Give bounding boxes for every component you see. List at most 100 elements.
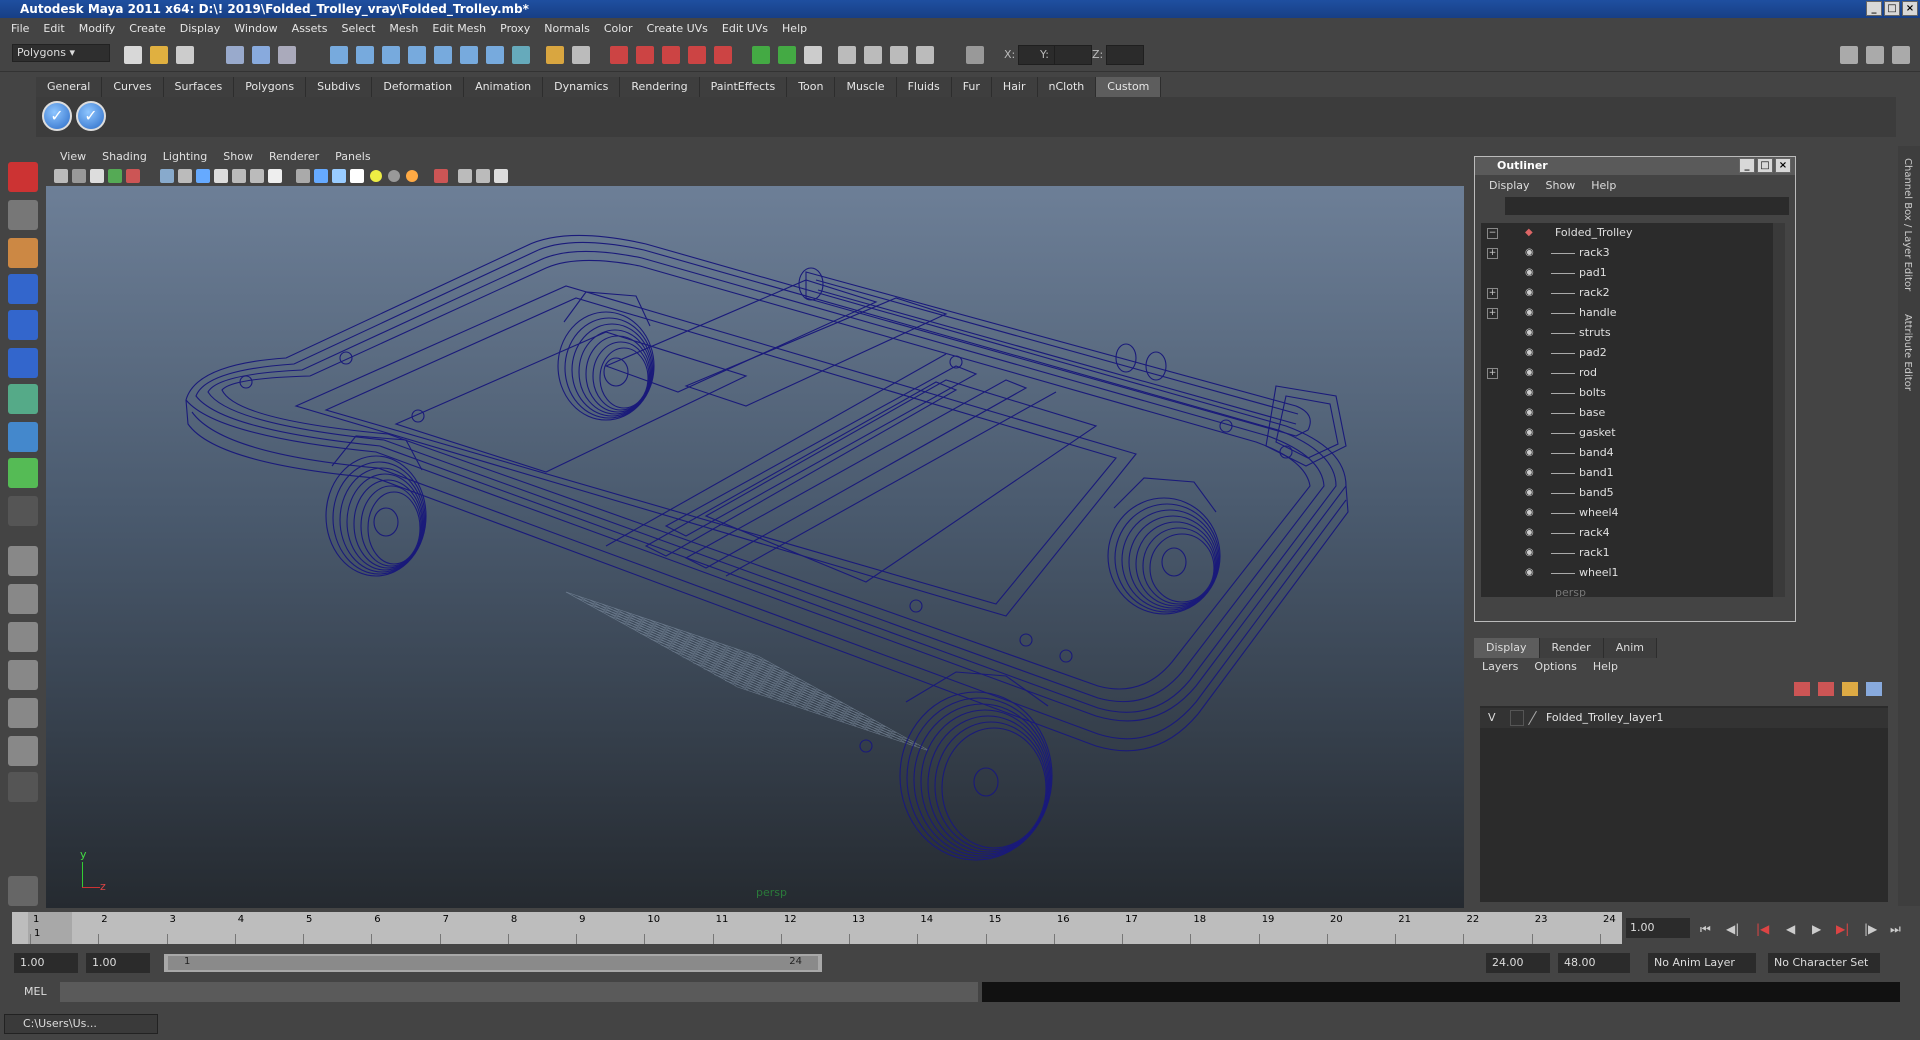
- x-input[interactable]: [1018, 45, 1056, 65]
- shelf-tab-fur[interactable]: Fur: [951, 77, 992, 97]
- toggle-attribute-editor-icon[interactable]: [1866, 46, 1884, 64]
- check-shelf-button-2[interactable]: ✓: [76, 101, 106, 131]
- menu-edit-uvs[interactable]: Edit UVs: [715, 22, 775, 35]
- outliner-item[interactable]: ◉ band4: [1481, 443, 1779, 463]
- menu-create-uvs[interactable]: Create UVs: [640, 22, 715, 35]
- expand-toggle-icon[interactable]: +: [1487, 288, 1498, 299]
- menu-set-selector[interactable]: Polygons ▾: [12, 44, 110, 62]
- viewport-menu-show[interactable]: Show: [215, 150, 261, 163]
- layer-menu-options[interactable]: Options: [1526, 660, 1584, 678]
- menu-help[interactable]: Help: [775, 22, 814, 35]
- shelf-tab-muscle[interactable]: Muscle: [835, 77, 897, 97]
- snap-extra-icon[interactable]: [486, 46, 504, 64]
- snap-curve-icon[interactable]: [356, 46, 374, 64]
- graph-layout-icon[interactable]: [8, 736, 38, 766]
- outliner-minimize-button[interactable]: _: [1739, 158, 1755, 173]
- expand-toggle-icon[interactable]: +: [1487, 248, 1498, 259]
- lasso-tool-icon[interactable]: [8, 200, 38, 230]
- hypershade-layout-icon[interactable]: [8, 698, 38, 728]
- render-settings-icon[interactable]: [662, 46, 680, 64]
- playback-end-field[interactable]: 24.00: [1486, 953, 1550, 973]
- panel-toolbar-icons[interactable]: [46, 166, 606, 186]
- outliner-close-button[interactable]: ×: [1775, 158, 1791, 173]
- outliner-item[interactable]: ◉ rack1: [1481, 543, 1779, 563]
- clipboard-icon[interactable]: [804, 46, 822, 64]
- outliner-item[interactable]: ◉ pad1: [1481, 263, 1779, 283]
- output-ops-icon[interactable]: [778, 46, 796, 64]
- joint-icon[interactable]: [916, 46, 934, 64]
- minimized-window-item[interactable]: C:\Users\Us...: [4, 1014, 158, 1034]
- layer-tab-anim[interactable]: Anim: [1603, 638, 1657, 658]
- more-layouts-icon[interactable]: [8, 772, 38, 802]
- move-up-layer-icon[interactable]: [1842, 682, 1858, 696]
- layer-tab-display[interactable]: Display: [1474, 638, 1540, 658]
- expand-toggle-icon[interactable]: +: [1487, 308, 1498, 319]
- snap-grid-icon[interactable]: [330, 46, 348, 64]
- outliner-item[interactable]: ◉ wheel4: [1481, 503, 1779, 523]
- shelf-tab-toon[interactable]: Toon: [787, 77, 836, 97]
- transform-field-icon[interactable]: [966, 46, 984, 64]
- shelf-tab-hair[interactable]: Hair: [991, 77, 1038, 97]
- menu-modify[interactable]: Modify: [72, 22, 122, 35]
- camera-icon[interactable]: [864, 46, 882, 64]
- show-manipulator-icon[interactable]: [8, 458, 38, 488]
- end-time-field[interactable]: 48.00: [1558, 953, 1630, 973]
- outliner-menu-help[interactable]: Help: [1583, 179, 1624, 192]
- outliner-scrollbar[interactable]: [1773, 223, 1785, 597]
- menu-proxy[interactable]: Proxy: [493, 22, 537, 35]
- outliner-title-bar[interactable]: Outliner _ □ ×: [1475, 157, 1795, 175]
- layer-visibility-toggle[interactable]: V: [1488, 711, 1496, 724]
- layer-tab-render[interactable]: Render: [1539, 638, 1604, 658]
- shelf-tab-curves[interactable]: Curves: [102, 77, 164, 97]
- outliner-item[interactable]: ◉ rack4: [1481, 523, 1779, 543]
- go-to-start-button[interactable]: ⏮: [1700, 922, 1711, 937]
- outliner-item[interactable]: ◉ bolts: [1481, 383, 1779, 403]
- layer-color-swatch[interactable]: [1528, 710, 1537, 726]
- menu-display[interactable]: Display: [173, 22, 228, 35]
- paint-select-tool-icon[interactable]: [8, 238, 38, 268]
- step-forward-key-button[interactable]: |▶: [1864, 922, 1877, 936]
- z-input[interactable]: [1106, 45, 1144, 65]
- range-slider-handle[interactable]: 1 24: [168, 956, 818, 970]
- viewport-menu-lighting[interactable]: Lighting: [155, 150, 215, 163]
- save-scene-icon[interactable]: [176, 46, 194, 64]
- outliner-item-partial[interactable]: persp: [1481, 583, 1779, 597]
- select-hierarchy-icon[interactable]: [226, 46, 244, 64]
- play-forwards-button[interactable]: ▶: [1812, 922, 1821, 936]
- outliner-root-item[interactable]: − ◆ Folded_Trolley: [1481, 223, 1779, 243]
- check-shelf-button-1[interactable]: ✓: [42, 101, 72, 131]
- outliner-item[interactable]: + ◉ handle: [1481, 303, 1779, 323]
- attribute-editor-tab[interactable]: Attribute Editor: [1902, 314, 1913, 391]
- outliner-item[interactable]: ◉ band5: [1481, 483, 1779, 503]
- move-down-layer-icon[interactable]: [1866, 682, 1882, 696]
- step-back-frame-button[interactable]: |◀: [1756, 922, 1769, 936]
- soft-mod-tool-icon[interactable]: [8, 422, 38, 452]
- outliner-menu-display[interactable]: Display: [1481, 179, 1538, 192]
- expand-toggle-icon[interactable]: +: [1487, 368, 1498, 379]
- menu-edit-mesh[interactable]: Edit Mesh: [425, 22, 493, 35]
- outliner-item[interactable]: ◉ base: [1481, 403, 1779, 423]
- shelf-tab-painteffects[interactable]: PaintEffects: [699, 77, 788, 97]
- time-slider[interactable]: 1 1 2 3 4 5 6 7 8 9 10 11 12 13 14 15 16 17 18 19 20 21 22 23 24: [12, 912, 1622, 944]
- menu-color[interactable]: Color: [597, 22, 640, 35]
- persp-graph-layout-icon[interactable]: [8, 660, 38, 690]
- outliner-item[interactable]: + ◉ rack3: [1481, 243, 1779, 263]
- playback-start-field[interactable]: 1.00: [86, 953, 150, 973]
- manipulator-tool-icon[interactable]: [8, 384, 38, 414]
- viewport-menu-panels[interactable]: Panels: [327, 150, 378, 163]
- select-component-icon[interactable]: [278, 46, 296, 64]
- menu-select[interactable]: Select: [334, 22, 382, 35]
- shelf-tab-polygons[interactable]: Polygons: [234, 77, 307, 97]
- outliner-item[interactable]: + ◉ rack2: [1481, 283, 1779, 303]
- minimize-button[interactable]: _: [1866, 1, 1882, 16]
- sphere-icon[interactable]: [890, 46, 908, 64]
- show-panel-icon[interactable]: [838, 46, 856, 64]
- hypershade-icon[interactable]: [688, 46, 706, 64]
- anim-layer-selector[interactable]: No Anim Layer: [1648, 953, 1756, 973]
- viewport-menu-shading[interactable]: Shading: [94, 150, 155, 163]
- render-view-icon[interactable]: [714, 46, 732, 64]
- y-input[interactable]: [1054, 45, 1092, 65]
- select-object-icon[interactable]: [252, 46, 270, 64]
- outliner-item[interactable]: ◉ gasket: [1481, 423, 1779, 443]
- shelf-tab-fluids[interactable]: Fluids: [896, 77, 952, 97]
